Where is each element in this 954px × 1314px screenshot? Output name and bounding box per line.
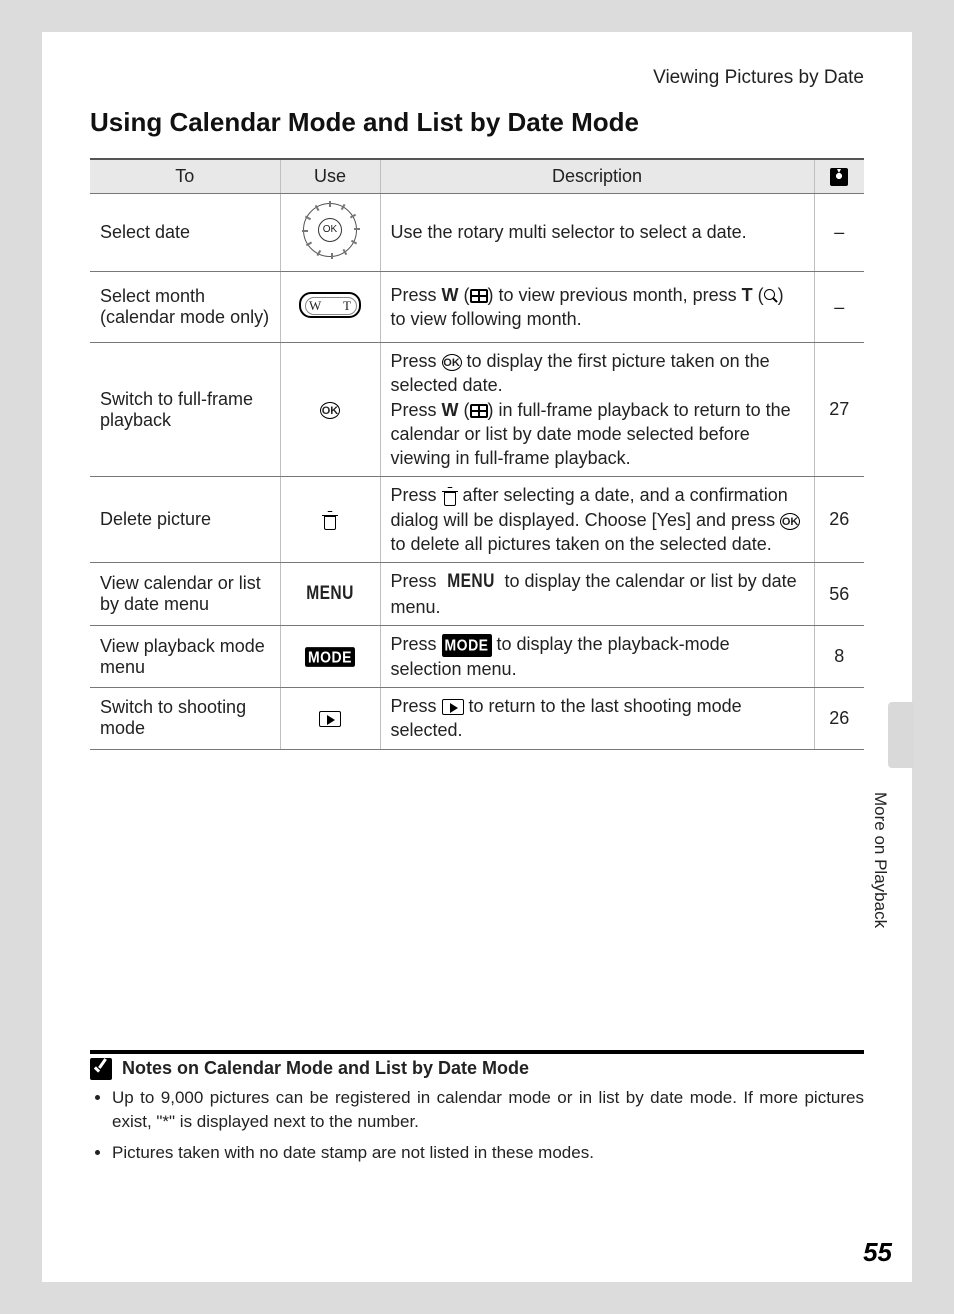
t-icon: T: [742, 285, 753, 305]
section-tab: [888, 702, 914, 768]
note-item: Pictures taken with no date stamp are no…: [112, 1141, 864, 1166]
rotary-selector-icon: OK: [300, 200, 360, 260]
cell-use: OK: [280, 343, 380, 477]
cell-use: MODE: [280, 626, 380, 688]
thumbnail-icon: [470, 404, 488, 418]
table-row: Select month (calendar mode only) W T Pr…: [90, 272, 864, 343]
notes-section: Notes on Calendar Mode and List by Date …: [90, 1050, 864, 1166]
table-row: Switch to full-frame playback OK Press O…: [90, 343, 864, 477]
ok-button-icon: OK: [442, 354, 462, 371]
zoom-rocker-icon: W T: [299, 292, 361, 318]
cell-use: [280, 477, 380, 563]
cell-desc: Use the rotary multi selector to select …: [380, 194, 814, 272]
reference-icon: [830, 168, 848, 186]
cell-use: OK: [280, 194, 380, 272]
cell-to: View calendar or list by date menu: [90, 563, 280, 626]
cell-to: Switch to shooting mode: [90, 687, 280, 749]
cell-to: Select date: [90, 194, 280, 272]
th-ref: [814, 159, 864, 194]
cell-to: Switch to full-frame playback: [90, 343, 280, 477]
notes-title: Notes on Calendar Mode and List by Date …: [122, 1058, 529, 1079]
w-icon: W: [442, 400, 459, 420]
thumbnail-icon: [470, 289, 488, 303]
cell-ref: 56: [814, 563, 864, 626]
cell-use: W T: [280, 272, 380, 343]
mode-button-icon: MODE: [305, 647, 355, 667]
page-number: 55: [863, 1237, 892, 1268]
ok-button-icon: OK: [320, 402, 340, 419]
cell-ref: –: [814, 272, 864, 343]
table-row: View calendar or list by date menu MENU …: [90, 563, 864, 626]
cell-to: Select month (calendar mode only): [90, 272, 280, 343]
table-row: Switch to shooting mode Press to return …: [90, 687, 864, 749]
table-row: Delete picture Press after selecting a d…: [90, 477, 864, 563]
table-row: View playback mode menu MODE Press MODE …: [90, 626, 864, 688]
cell-desc: Press MENU to display the calendar or li…: [380, 563, 814, 626]
menu-button-icon: MENU: [306, 583, 354, 605]
cell-ref: 8: [814, 626, 864, 688]
ok-button-icon: OK: [780, 513, 800, 530]
cell-ref: –: [814, 194, 864, 272]
playback-button-icon: [319, 711, 341, 727]
th-desc: Description: [380, 159, 814, 194]
page-heading: Using Calendar Mode and List by Date Mod…: [90, 107, 864, 138]
notes-header: Notes on Calendar Mode and List by Date …: [90, 1050, 864, 1080]
table-row: Select date OK: [90, 194, 864, 272]
section-label: More on Playback: [870, 792, 890, 928]
check-icon: [90, 1058, 112, 1080]
cell-ref: 27: [814, 343, 864, 477]
th-use: Use: [280, 159, 380, 194]
cell-to: View playback mode menu: [90, 626, 280, 688]
cell-desc: Press to return to the last shooting mod…: [380, 687, 814, 749]
cell-to: Delete picture: [90, 477, 280, 563]
magnify-icon: [764, 289, 778, 303]
playback-button-icon: [442, 699, 464, 715]
note-item: Up to 9,000 pictures can be registered i…: [112, 1086, 864, 1135]
controls-table: To Use Description Select date OK: [90, 158, 864, 750]
mode-button-icon: MODE: [442, 634, 492, 657]
manual-page: Viewing Pictures by Date Using Calendar …: [42, 32, 912, 1282]
cell-ref: 26: [814, 687, 864, 749]
th-to: To: [90, 159, 280, 194]
cell-desc: Press MODE to display the playback-mode …: [380, 626, 814, 688]
trash-icon: [442, 488, 458, 506]
cell-desc: Press after selecting a date, and a conf…: [380, 477, 814, 563]
trash-icon: [322, 512, 338, 530]
cell-desc: Press W () to view previous month, press…: [380, 272, 814, 343]
cell-desc: Press OK to display the first picture ta…: [380, 343, 814, 477]
cell-use: [280, 687, 380, 749]
w-icon: W: [442, 285, 459, 305]
cell-ref: 26: [814, 477, 864, 563]
breadcrumb: Viewing Pictures by Date: [90, 67, 864, 89]
cell-use: MENU: [280, 563, 380, 626]
menu-button-icon: MENU: [447, 569, 495, 595]
